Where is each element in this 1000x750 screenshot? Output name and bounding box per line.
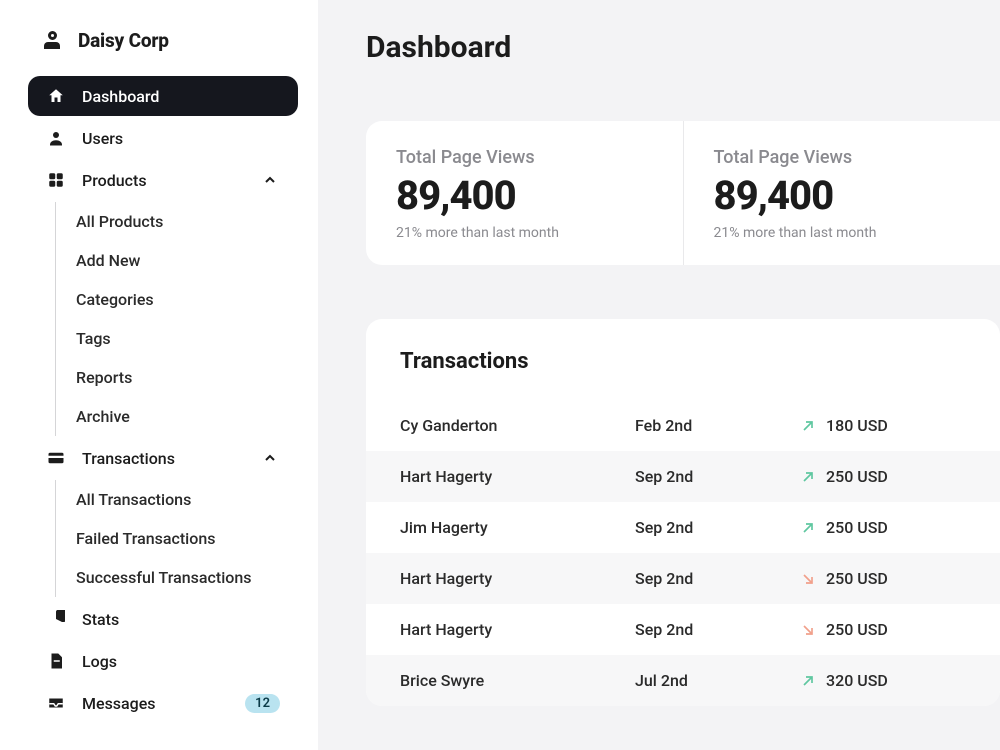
transactions-section: Transactions Cy GandertonFeb 2nd 180 USD H… [366, 319, 1000, 706]
brand-name: Daisy Corp [78, 29, 169, 52]
home-icon [46, 86, 66, 106]
stat-label: Total Page Views [714, 147, 971, 168]
tx-name: Brice Swyre [400, 671, 635, 690]
table-row[interactable]: Hart HagertySep 2nd 250 USD [366, 604, 1000, 655]
tx-amount: 250 USD [800, 467, 966, 486]
tx-name: Cy Ganderton [400, 416, 635, 435]
pie-icon [46, 609, 66, 629]
stat-delta: 21% more than last month [396, 225, 653, 241]
table-row[interactable]: Cy GandertonFeb 2nd 180 USD [366, 400, 1000, 451]
tx-amount: 250 USD [800, 518, 966, 537]
sub-item-successful-transactions[interactable]: Successful Transactions [58, 558, 298, 597]
tx-date: Sep 2nd [635, 467, 800, 486]
sub-item-add-new[interactable]: Add New [58, 241, 298, 280]
transactions-table: Cy GandertonFeb 2nd180 USDHart HagertySe… [366, 400, 1000, 706]
arrow-down-icon [800, 571, 816, 587]
tx-date: Sep 2nd [635, 518, 800, 537]
sidebar: Daisy Corp Dashboard Users Products All … [0, 0, 318, 750]
stats-row: Total Page Views 89,400 21% more than la… [366, 121, 1000, 265]
chevron-up-icon [260, 448, 280, 468]
tx-amount: 250 USD [800, 569, 966, 588]
sub-item-archive[interactable]: Archive [58, 397, 298, 436]
page-title: Dashboard [366, 30, 1000, 65]
file-icon [46, 651, 66, 671]
arrow-up-icon [800, 418, 816, 434]
tx-name: Hart Hagerty [400, 620, 635, 639]
stat-value: 89,400 [396, 172, 653, 219]
brand: Daisy Corp [28, 28, 298, 52]
card-icon [46, 448, 66, 468]
tx-amount: 250 USD [800, 620, 966, 639]
sidebar-item-label: Products [82, 171, 147, 190]
sidebar-item-products[interactable]: Products [28, 160, 298, 200]
brand-logo-icon [40, 28, 64, 52]
stat-delta: 21% more than last month [714, 225, 971, 241]
sub-item-failed-transactions[interactable]: Failed Transactions [58, 519, 298, 558]
tx-amount-value: 250 USD [826, 467, 888, 486]
tx-amount-value: 250 USD [826, 518, 888, 537]
tx-date: Jul 2nd [635, 671, 800, 690]
sidebar-item-dashboard[interactable]: Dashboard [28, 76, 298, 116]
table-row[interactable]: Brice SwyreJul 2nd 320 USD [366, 655, 1000, 706]
arrow-up-icon [800, 520, 816, 536]
sub-item-reports[interactable]: Reports [58, 358, 298, 397]
table-row[interactable]: Jim HagertySep 2nd 250 USD [366, 502, 1000, 553]
sidebar-item-label: Transactions [82, 449, 175, 468]
sidebar-item-messages[interactable]: Messages 12 [28, 683, 298, 723]
tx-date: Sep 2nd [635, 569, 800, 588]
tx-amount-value: 180 USD [826, 416, 888, 435]
user-icon [46, 128, 66, 148]
tx-name: Jim Hagerty [400, 518, 635, 537]
tx-amount: 180 USD [800, 416, 966, 435]
sidebar-item-stats[interactable]: Stats [28, 599, 298, 639]
sidebar-item-label: Dashboard [82, 87, 159, 106]
sidebar-item-label: Logs [82, 652, 117, 671]
sidebar-item-users[interactable]: Users [28, 118, 298, 158]
sidebar-item-logs[interactable]: Logs [28, 641, 298, 681]
sub-item-categories[interactable]: Categories [58, 280, 298, 319]
sidebar-item-label: Stats [82, 610, 119, 629]
tx-amount-value: 250 USD [826, 569, 888, 588]
stat-card: Total Page Views 89,400 21% more than la… [366, 121, 683, 265]
tx-date: Feb 2nd [635, 416, 800, 435]
tx-date: Sep 2nd [635, 620, 800, 639]
arrow-down-icon [800, 622, 816, 638]
stat-value: 89,400 [714, 172, 971, 219]
stat-label: Total Page Views [396, 147, 653, 168]
sidebar-item-transactions[interactable]: Transactions [28, 438, 298, 478]
transactions-title: Transactions [366, 349, 1000, 400]
transactions-submenu: All Transactions Failed Transactions Suc… [55, 480, 298, 597]
tx-name: Hart Hagerty [400, 569, 635, 588]
tx-amount-value: 250 USD [826, 620, 888, 639]
table-row[interactable]: Hart HagertySep 2nd 250 USD [366, 553, 1000, 604]
sub-item-all-products[interactable]: All Products [58, 202, 298, 241]
tx-amount-value: 320 USD [826, 671, 888, 690]
table-row[interactable]: Hart HagertySep 2nd 250 USD [366, 451, 1000, 502]
sidebar-item-label: Messages [82, 694, 156, 713]
sidebar-item-label: Users [82, 129, 123, 148]
messages-badge: 12 [245, 694, 280, 713]
main-content: Dashboard Total Page Views 89,400 21% mo… [318, 0, 1000, 750]
arrow-up-icon [800, 673, 816, 689]
arrow-up-icon [800, 469, 816, 485]
inbox-icon [46, 693, 66, 713]
grid-icon [46, 170, 66, 190]
chevron-up-icon [260, 170, 280, 190]
sub-item-all-transactions[interactable]: All Transactions [58, 480, 298, 519]
tx-name: Hart Hagerty [400, 467, 635, 486]
sub-item-tags[interactable]: Tags [58, 319, 298, 358]
tx-amount: 320 USD [800, 671, 966, 690]
products-submenu: All Products Add New Categories Tags Rep… [55, 202, 298, 436]
stat-card: Total Page Views 89,400 21% more than la… [683, 121, 1000, 265]
